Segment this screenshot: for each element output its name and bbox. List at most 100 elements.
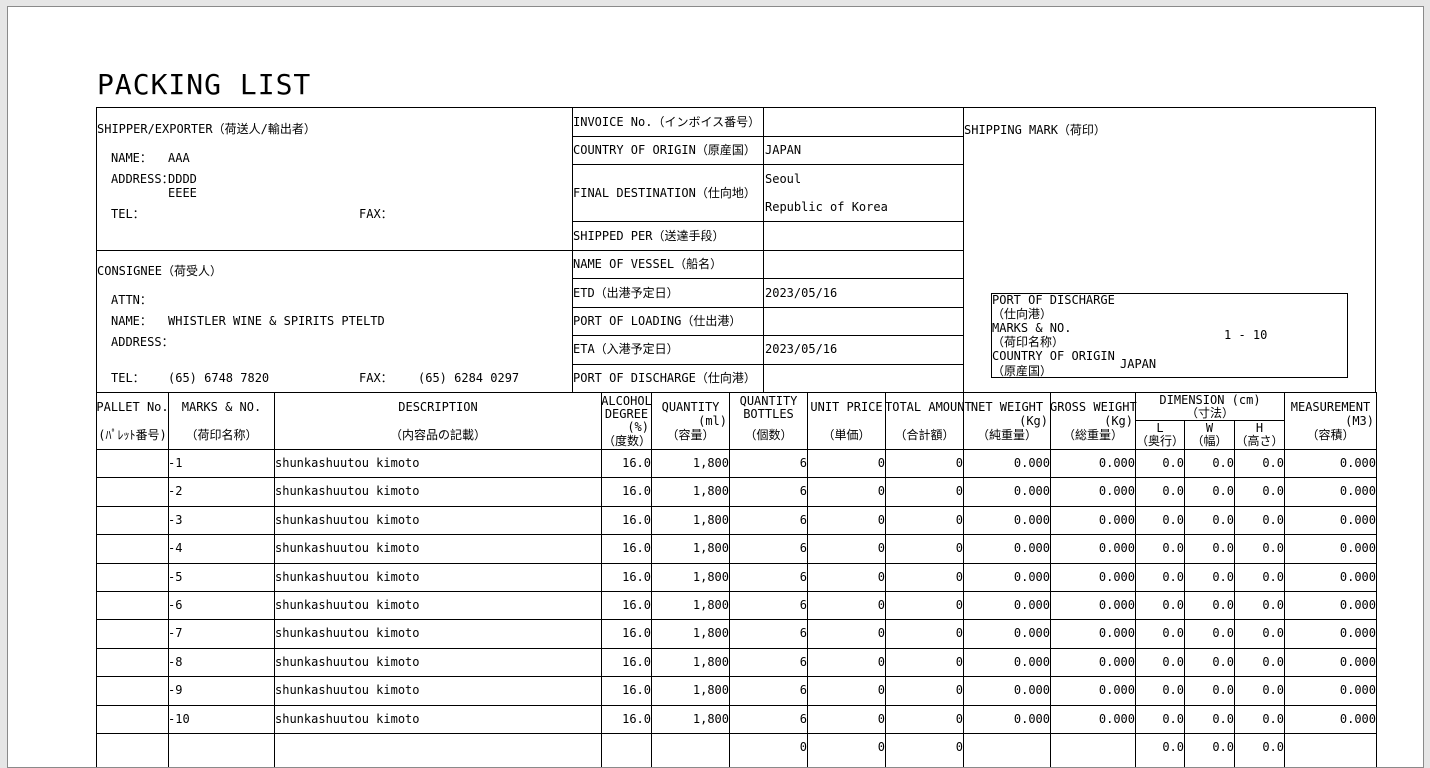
cell-unit-price: 0	[877, 655, 885, 669]
col-measurement-unit: (M3)	[1345, 414, 1374, 428]
document-title: PACKING LIST	[97, 68, 312, 101]
cell-w: 0.0	[1212, 740, 1234, 754]
col-quantity-sub: （容量）	[666, 428, 715, 442]
cell-w: 0.0	[1212, 598, 1234, 612]
shipper-address-line1: DDDD	[168, 172, 197, 186]
cell-description: shunkashuutou kimoto	[275, 570, 420, 584]
cell-bottles: 6	[799, 712, 807, 726]
cell-w: 0.0	[1212, 456, 1234, 470]
cell-measurement: 0.000	[1339, 626, 1376, 640]
col-total-amount: TOTAL AMOUNT	[885, 400, 972, 414]
cell-marks: -7	[168, 626, 183, 640]
port-of-loading-label: PORT OF LOADING（仕出港）	[573, 314, 742, 328]
cell-net-weight: 0.000	[1013, 598, 1050, 612]
cell-net-weight: 0.000	[1013, 655, 1050, 669]
cell-total-amount: 0	[955, 513, 963, 527]
cell-bottles: 6	[799, 456, 807, 470]
cell-quantity: 1,800	[692, 683, 729, 697]
consignee-tel-label: TEL：	[111, 371, 145, 385]
cell-description: shunkashuutou kimoto	[275, 541, 420, 555]
shipper-heading: SHIPPER/EXPORTER（荷送人/輸出者）	[97, 122, 316, 136]
cell-h: 0.0	[1262, 570, 1284, 584]
cell-description: shunkashuutou kimoto	[275, 626, 420, 640]
consignee-fax: (65) 6284 0297	[418, 371, 520, 385]
shipper-name-label: NAME：	[111, 151, 152, 165]
cell-total-amount: 0	[955, 740, 963, 754]
cell-w: 0.0	[1212, 655, 1234, 669]
col-quantity: QUANTITY	[661, 400, 720, 414]
cell-description: shunkashuutou kimoto	[275, 655, 420, 669]
cell-measurement: 0.000	[1339, 456, 1376, 470]
col-dim-w-sub: （幅）	[1191, 434, 1228, 448]
mark-marks-sub: （荷印名称）	[992, 335, 1065, 349]
cell-h: 0.0	[1262, 541, 1284, 555]
col-description-sub: （内容品の記載）	[389, 428, 486, 442]
cell-w: 0.0	[1212, 513, 1234, 527]
cell-gross-weight: 0.000	[1098, 484, 1135, 498]
cell-quantity: 1,800	[692, 456, 729, 470]
cell-alcohol: 16.0	[622, 484, 651, 498]
cell-bottles: 6	[799, 484, 807, 498]
cell-measurement: 0.000	[1339, 484, 1376, 498]
cell-total-amount: 0	[955, 683, 963, 697]
cell-description: shunkashuutou kimoto	[275, 598, 420, 612]
cell-w: 0.0	[1212, 683, 1234, 697]
cell-unit-price: 0	[877, 570, 885, 584]
cell-total-amount: 0	[955, 456, 963, 470]
cell-gross-weight: 0.000	[1098, 683, 1135, 697]
cell-l: 0.0	[1162, 740, 1184, 754]
cell-alcohol: 16.0	[622, 683, 651, 697]
cell-gross-weight: 0.000	[1098, 570, 1135, 584]
cell-net-weight: 0.000	[1013, 541, 1050, 555]
cell-measurement: 0.000	[1339, 541, 1376, 555]
col-net-weight-unit: (Kg)	[1019, 414, 1048, 428]
col-dim-l-sub: （奥行）	[1135, 434, 1184, 448]
cell-total-amount: 0	[955, 712, 963, 726]
col-alcohol-unit: (%)	[627, 420, 649, 434]
mark-coo-label: COUNTRY OF ORIGIN	[992, 349, 1115, 363]
cell-unit-price: 0	[877, 626, 885, 640]
cell-unit-price: 0	[877, 712, 885, 726]
country-of-origin-label: COUNTRY OF ORIGIN（原産国）	[573, 143, 756, 157]
cell-net-weight: 0.000	[1013, 712, 1050, 726]
mark-coo-sub: （原産国）	[992, 364, 1053, 378]
cell-w: 0.0	[1212, 570, 1234, 584]
cell-marks: -10	[168, 712, 190, 726]
eta-label: ETA（入港予定日）	[573, 342, 679, 356]
cell-quantity: 1,800	[692, 712, 729, 726]
cell-bottles: 6	[799, 683, 807, 697]
cell-marks: -1	[168, 456, 183, 470]
cell-unit-price: 0	[877, 598, 885, 612]
col-dim-w: W	[1205, 421, 1214, 435]
col-pallet: PALLET No.	[96, 400, 169, 414]
port-of-discharge-label: PORT OF DISCHARGE（仕向港）	[573, 371, 756, 385]
country-of-origin-value: JAPAN	[765, 143, 802, 157]
cell-gross-weight: 0.000	[1098, 513, 1135, 527]
col-marks-sub: （荷印名称）	[185, 428, 258, 442]
cell-marks: -2	[168, 484, 183, 498]
cell-marks: -8	[168, 655, 183, 669]
col-dim-h: H	[1255, 421, 1264, 435]
cell-unit-price: 0	[877, 683, 885, 697]
cell-marks: -3	[168, 513, 183, 527]
cell-l: 0.0	[1162, 683, 1184, 697]
cell-measurement: 0.000	[1339, 712, 1376, 726]
consignee-fax-label: FAX：	[359, 371, 393, 385]
cell-bottles: 6	[799, 570, 807, 584]
cell-description: shunkashuutou kimoto	[275, 456, 420, 470]
cell-h: 0.0	[1262, 626, 1284, 640]
cell-quantity: 1,800	[692, 655, 729, 669]
cell-alcohol: 16.0	[622, 513, 651, 527]
cell-l: 0.0	[1162, 513, 1184, 527]
cell-measurement: 0.000	[1339, 683, 1376, 697]
cell-h: 0.0	[1262, 598, 1284, 612]
cell-l: 0.0	[1162, 626, 1184, 640]
col-dimension-sub: （寸法）	[1185, 406, 1234, 420]
cell-unit-price: 0	[877, 541, 885, 555]
cell-l: 0.0	[1162, 456, 1184, 470]
cell-quantity: 1,800	[692, 570, 729, 584]
col-dim-l: L	[1156, 421, 1164, 435]
cell-alcohol: 16.0	[622, 626, 651, 640]
cell-alcohol: 16.0	[622, 541, 651, 555]
cell-h: 0.0	[1262, 513, 1284, 527]
